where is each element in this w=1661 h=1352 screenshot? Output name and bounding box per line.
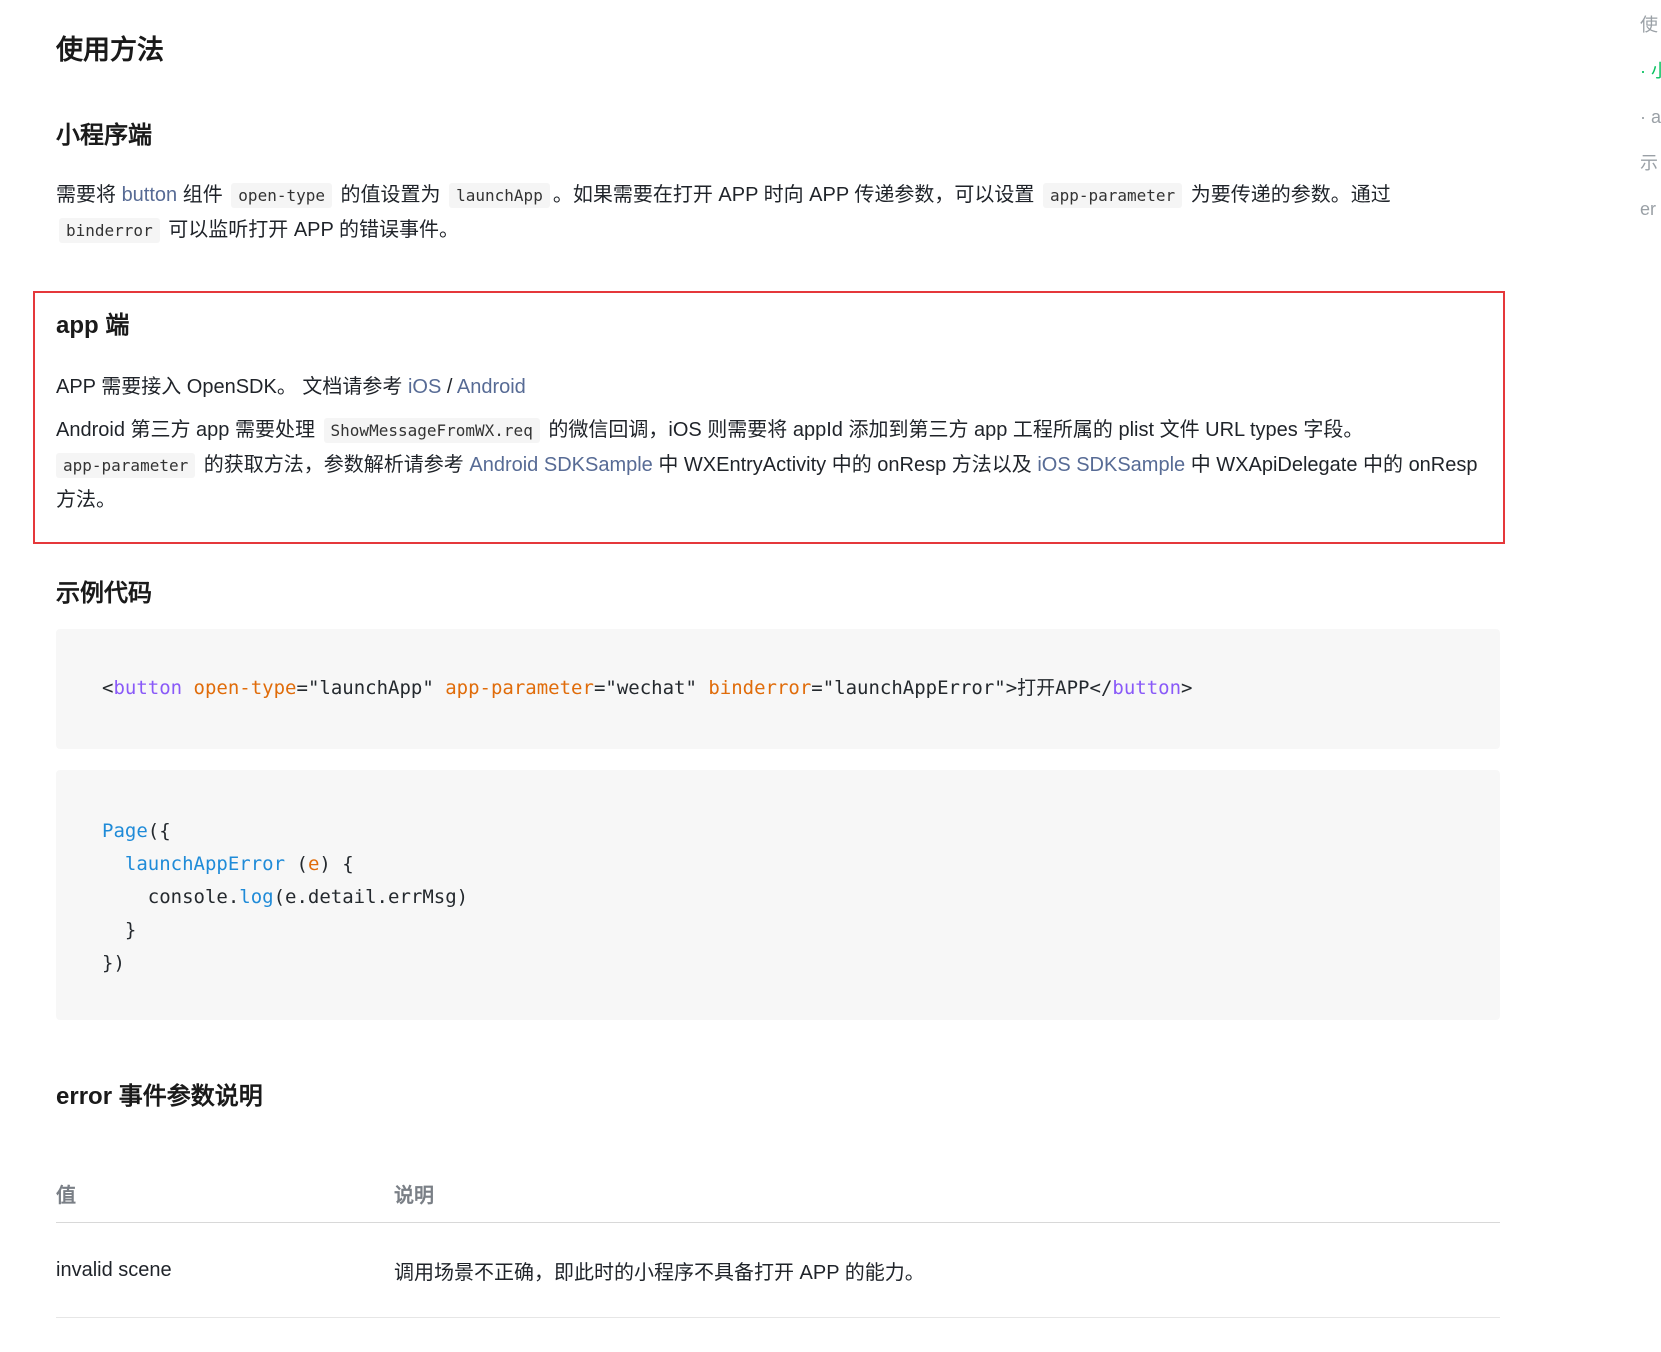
code-line: <button open-type="launchApp" app-parame… xyxy=(102,677,1193,699)
toc-item[interactable]: · a xyxy=(1640,102,1661,148)
toc-item[interactable]: 使 xyxy=(1640,10,1661,56)
cell-value: invalid scene xyxy=(56,1222,394,1318)
code-block-wxml: <button open-type="launchApp" app-parame… xyxy=(56,629,1500,749)
code-app-parameter: app-parameter xyxy=(1042,183,1183,208)
header-value: 值 xyxy=(56,1164,394,1223)
toc-item[interactable]: 示 xyxy=(1640,148,1661,194)
code-binderror: binderror xyxy=(59,218,160,243)
section-title: 使用方法 xyxy=(56,35,164,65)
code-launchapp: launchApp xyxy=(449,183,550,208)
code-line: Page({ xyxy=(102,820,171,842)
miniprogram-paragraph: 需要将 button 组件 open-type 的值设置为 launchApp。… xyxy=(56,183,1391,243)
button-link[interactable]: button xyxy=(122,184,178,206)
code-line: launchAppError (e) { xyxy=(124,853,354,875)
toc-item-active[interactable]: · 小 xyxy=(1640,56,1661,102)
toc-sidebar: 使 · 小 · a 示 er xyxy=(1640,10,1661,240)
toc-item[interactable]: er xyxy=(1640,194,1661,240)
code-line: console.log(e.detail.errMsg) xyxy=(147,886,469,908)
code-open-type: open-type xyxy=(231,183,332,208)
header-description: 说明 xyxy=(394,1164,1500,1223)
code-block-js: Page({ launchAppError (e) { console.log(… xyxy=(56,770,1500,1020)
table-row: invalid scene 调用场景不正确，即此时的小程序不具备打开 APP 的… xyxy=(56,1222,1500,1318)
error-params-table: 值 说明 invalid scene 调用场景不正确，即此时的小程序不具备打开 … xyxy=(56,1164,1500,1318)
code-line: }) xyxy=(102,952,125,974)
table-header-row: 值 说明 xyxy=(56,1164,1500,1223)
error-heading: error 事件参数说明 xyxy=(56,1083,263,1110)
highlight-box xyxy=(33,291,1505,544)
code-line: } xyxy=(102,919,137,941)
cell-description: 调用场景不正确，即此时的小程序不具备打开 APP 的能力。 xyxy=(394,1222,1500,1318)
miniprogram-heading: 小程序端 xyxy=(56,122,152,149)
example-heading: 示例代码 xyxy=(56,580,152,607)
